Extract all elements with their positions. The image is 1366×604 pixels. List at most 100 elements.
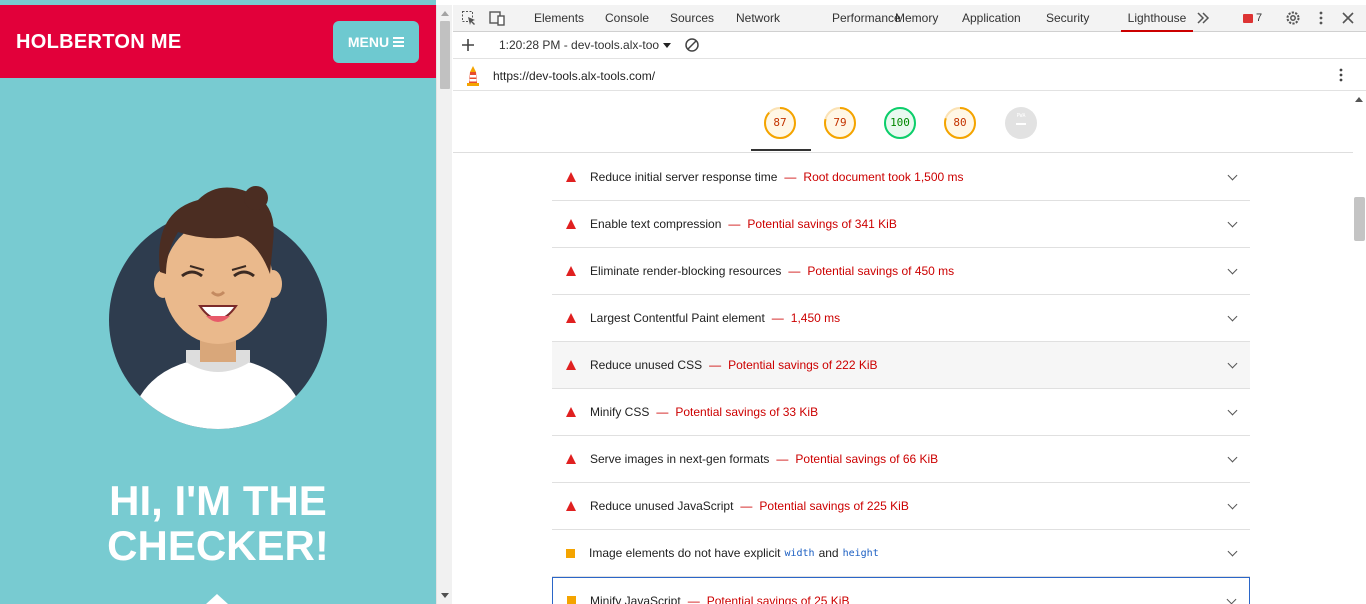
- audit-row[interactable]: Minify JavaScript — Potential savings of…: [552, 577, 1250, 604]
- audit-row[interactable]: Reduce initial server response time — Ro…: [552, 154, 1250, 201]
- clear-icon[interactable]: [684, 37, 700, 53]
- tab-application[interactable]: Application: [960, 5, 1023, 32]
- lighthouse-logo-icon: [467, 66, 479, 86]
- inspect-element-icon[interactable]: [461, 10, 477, 26]
- tab-security[interactable]: Security: [1044, 5, 1091, 32]
- fail-triangle-icon: [566, 360, 576, 370]
- audit-row[interactable]: Serve images in next-gen formats — Poten…: [552, 436, 1250, 483]
- devtools-scrollbar[interactable]: [1353, 91, 1366, 604]
- separator: —: [656, 405, 669, 419]
- chevron-down-icon[interactable]: [1227, 452, 1238, 463]
- score-gauge-best-practices[interactable]: 100: [883, 106, 917, 140]
- hero-title-line-2: CHECKER!: [107, 522, 329, 569]
- issues-badge[interactable]: 7: [1243, 12, 1262, 24]
- score-gauges: 87 79 100 80 PWA: [453, 91, 1353, 153]
- audit-row[interactable]: Image elements do not have explicit widt…: [552, 530, 1250, 577]
- audit-title: Largest Contentful Paint element: [590, 311, 765, 325]
- plus-icon[interactable]: [460, 37, 476, 53]
- audit-title: Serve images in next-gen formats: [590, 452, 770, 466]
- audit-row[interactable]: Reduce unused JavaScript — Potential sav…: [552, 483, 1250, 530]
- separator: —: [771, 311, 784, 325]
- report-kebab-icon[interactable]: [1333, 67, 1349, 83]
- audit-row[interactable]: Enable text compression — Potential savi…: [552, 201, 1250, 248]
- scrollbar-thumb[interactable]: [440, 21, 450, 89]
- tab-lighthouse[interactable]: Lighthouse: [1121, 5, 1193, 32]
- hamburger-icon: [393, 37, 405, 47]
- issues-count: 7: [1256, 12, 1263, 24]
- score-gauge-pwa[interactable]: PWA: [1004, 106, 1038, 140]
- chevron-down-icon[interactable]: [1227, 170, 1238, 181]
- score-value: 100: [890, 116, 910, 129]
- chevron-down-icon[interactable]: [1227, 405, 1238, 416]
- hero-title: HI, I'M THE CHECKER!: [0, 478, 436, 568]
- menu-label: MENU: [347, 34, 390, 50]
- chevron-down-icon[interactable]: [1227, 217, 1238, 228]
- audit-display-value: Potential savings of 225 KiB: [759, 499, 909, 513]
- separator: —: [709, 358, 722, 372]
- fail-triangle-icon: [566, 501, 576, 511]
- issues-icon: [1243, 13, 1253, 23]
- score-value: 87: [773, 116, 787, 129]
- kebab-menu-icon[interactable]: [1313, 10, 1329, 26]
- audit-row[interactable]: Reduce unused CSS — Potential savings of…: [552, 342, 1250, 389]
- scroll-down-arrow-icon[interactable]: [206, 594, 228, 604]
- chevron-down-icon[interactable]: [1227, 499, 1238, 510]
- lighthouse-toolbar: 1:20:28 PM - dev-tools.alx-too: [453, 32, 1366, 59]
- scroll-down-icon[interactable]: [441, 593, 449, 598]
- scroll-up-icon[interactable]: [1355, 97, 1363, 102]
- score-gauge-accessibility[interactable]: 79: [823, 106, 857, 140]
- separator: —: [776, 452, 789, 466]
- site-logo[interactable]: HOLBERTON ME: [16, 31, 181, 54]
- scroll-up-icon[interactable]: [441, 11, 449, 16]
- separator: —: [784, 170, 797, 184]
- tab-elements[interactable]: Elements: [532, 5, 586, 32]
- active-score-indicator: [751, 149, 811, 151]
- audit-title: Enable text compression: [590, 217, 722, 231]
- pwa-label: PWA: [1016, 113, 1026, 119]
- settings-gear-icon[interactable]: [1285, 10, 1301, 26]
- tab-sources[interactable]: Sources: [668, 5, 716, 32]
- average-square-icon: [567, 596, 576, 604]
- separator: —: [728, 217, 741, 231]
- score-value: 80: [953, 116, 967, 129]
- audit-display-value: Potential savings of 450 ms: [807, 264, 955, 278]
- audit-row[interactable]: Eliminate render-blocking resources — Po…: [552, 248, 1250, 295]
- audit-code-width: width: [784, 547, 815, 559]
- audit-display-value: Potential savings of 222 KiB: [728, 358, 878, 372]
- audit-display-value: Potential savings of 341 KiB: [747, 217, 897, 231]
- chevron-down-icon[interactable]: [1227, 358, 1238, 369]
- tab-memory[interactable]: Memory: [893, 5, 940, 32]
- more-tabs-icon[interactable]: [1195, 10, 1211, 26]
- fail-triangle-icon: [566, 454, 576, 464]
- fail-triangle-icon: [566, 172, 576, 182]
- audit-title: Eliminate render-blocking resources: [590, 264, 782, 278]
- report-select[interactable]: 1:20:28 PM - dev-tools.alx-too: [499, 38, 672, 52]
- report-select-value: 1:20:28 PM - dev-tools.alx-too: [499, 38, 660, 52]
- score-gauge-seo[interactable]: 80: [943, 106, 977, 140]
- site-scrollbar[interactable]: [436, 5, 452, 604]
- menu-button[interactable]: MENU: [333, 21, 419, 63]
- checker-avatar: [109, 186, 327, 429]
- chevron-down-icon[interactable]: [1227, 311, 1238, 322]
- chevron-down-icon[interactable]: [1226, 594, 1237, 604]
- chevron-down-icon[interactable]: [1227, 264, 1238, 275]
- browser-window: HOLBERTON ME MENU HI, I'M THE CHECKER! E…: [0, 0, 1366, 604]
- scrollbar-thumb[interactable]: [1354, 197, 1365, 241]
- audit-row[interactable]: Largest Contentful Paint element — 1,450…: [552, 295, 1250, 342]
- audit-display-value: Potential savings of 66 KiB: [795, 452, 939, 466]
- chevron-down-icon: [663, 42, 672, 48]
- score-gauge-performance[interactable]: 87: [763, 106, 797, 140]
- tab-console[interactable]: Console: [603, 5, 651, 32]
- chevron-down-icon[interactable]: [1227, 546, 1238, 557]
- audit-row[interactable]: Minify CSS — Potential savings of 33 KiB: [552, 389, 1250, 436]
- fail-triangle-icon: [566, 266, 576, 276]
- tab-performance[interactable]: Performance: [830, 5, 903, 32]
- device-toolbar-icon[interactable]: [489, 10, 505, 26]
- close-icon[interactable]: [1340, 10, 1356, 26]
- audit-title: Reduce unused JavaScript: [590, 499, 734, 513]
- audit-display-value: 1,450 ms: [790, 311, 841, 325]
- tab-network[interactable]: Network: [734, 5, 782, 32]
- separator: —: [740, 499, 753, 513]
- audit-code-height: height: [842, 547, 879, 559]
- score-value: 79: [833, 116, 847, 129]
